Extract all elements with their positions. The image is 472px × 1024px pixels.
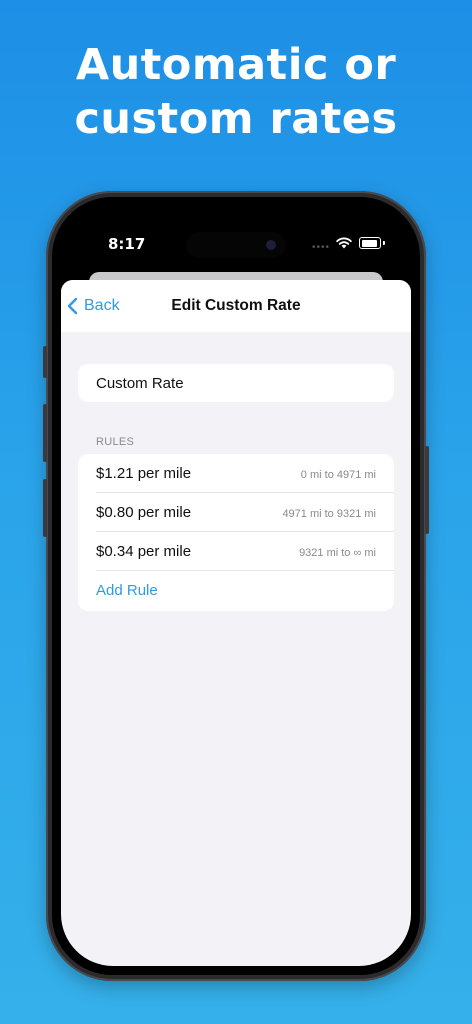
rule-row[interactable]: $1.21 per mile 0 mi to 4971 mi	[78, 454, 394, 493]
camera-icon	[266, 240, 276, 250]
add-rule-label: Add Rule	[96, 582, 158, 599]
action-button	[43, 346, 47, 378]
signal-icon: ••••	[312, 242, 331, 253]
battery-tip-icon	[383, 241, 385, 245]
phone-frame: 8:17 •••• Back Edit Custom Rate Custom R…	[43, 191, 429, 981]
rule-rate: $1.21 per mile	[96, 465, 192, 482]
rate-name-card	[78, 364, 394, 402]
page-title: Edit Custom Rate	[171, 297, 301, 314]
rules-section-header: RULES	[96, 436, 135, 448]
rule-range: 9321 mi to ∞ mi	[299, 547, 376, 559]
volume-down-button	[43, 479, 47, 537]
headline: Automatic or custom rates	[0, 38, 472, 146]
power-button	[425, 446, 429, 534]
screen: 8:17 •••• Back Edit Custom Rate Custom R…	[61, 206, 411, 966]
volume-up-button	[43, 404, 47, 462]
wifi-icon	[336, 237, 352, 249]
headline-line-1: Automatic or	[75, 40, 397, 90]
navigation-bar: Back Edit Custom Rate	[61, 280, 411, 332]
rule-row[interactable]: $0.80 per mile 4971 mi to 9321 mi	[78, 493, 394, 532]
rule-rate: $0.80 per mile	[96, 504, 192, 521]
rule-rate: $0.34 per mile	[96, 543, 192, 560]
rule-range: 0 mi to 4971 mi	[300, 469, 376, 481]
status-time: 8:17	[108, 235, 146, 253]
add-rule-button[interactable]: Add Rule	[78, 571, 394, 610]
battery-icon	[359, 237, 381, 249]
rules-list: $1.21 per mile 0 mi to 4971 mi $0.80 per…	[78, 454, 394, 611]
rule-row[interactable]: $0.34 per mile 9321 mi to ∞ mi	[78, 532, 394, 571]
dynamic-island	[186, 232, 286, 258]
headline-line-2: custom rates	[74, 94, 398, 144]
rate-name-input[interactable]	[96, 364, 376, 402]
edit-rate-sheet: Back Edit Custom Rate RULES $1.21 per mi…	[61, 280, 411, 966]
rule-range: 4971 mi to 9321 mi	[282, 508, 376, 520]
